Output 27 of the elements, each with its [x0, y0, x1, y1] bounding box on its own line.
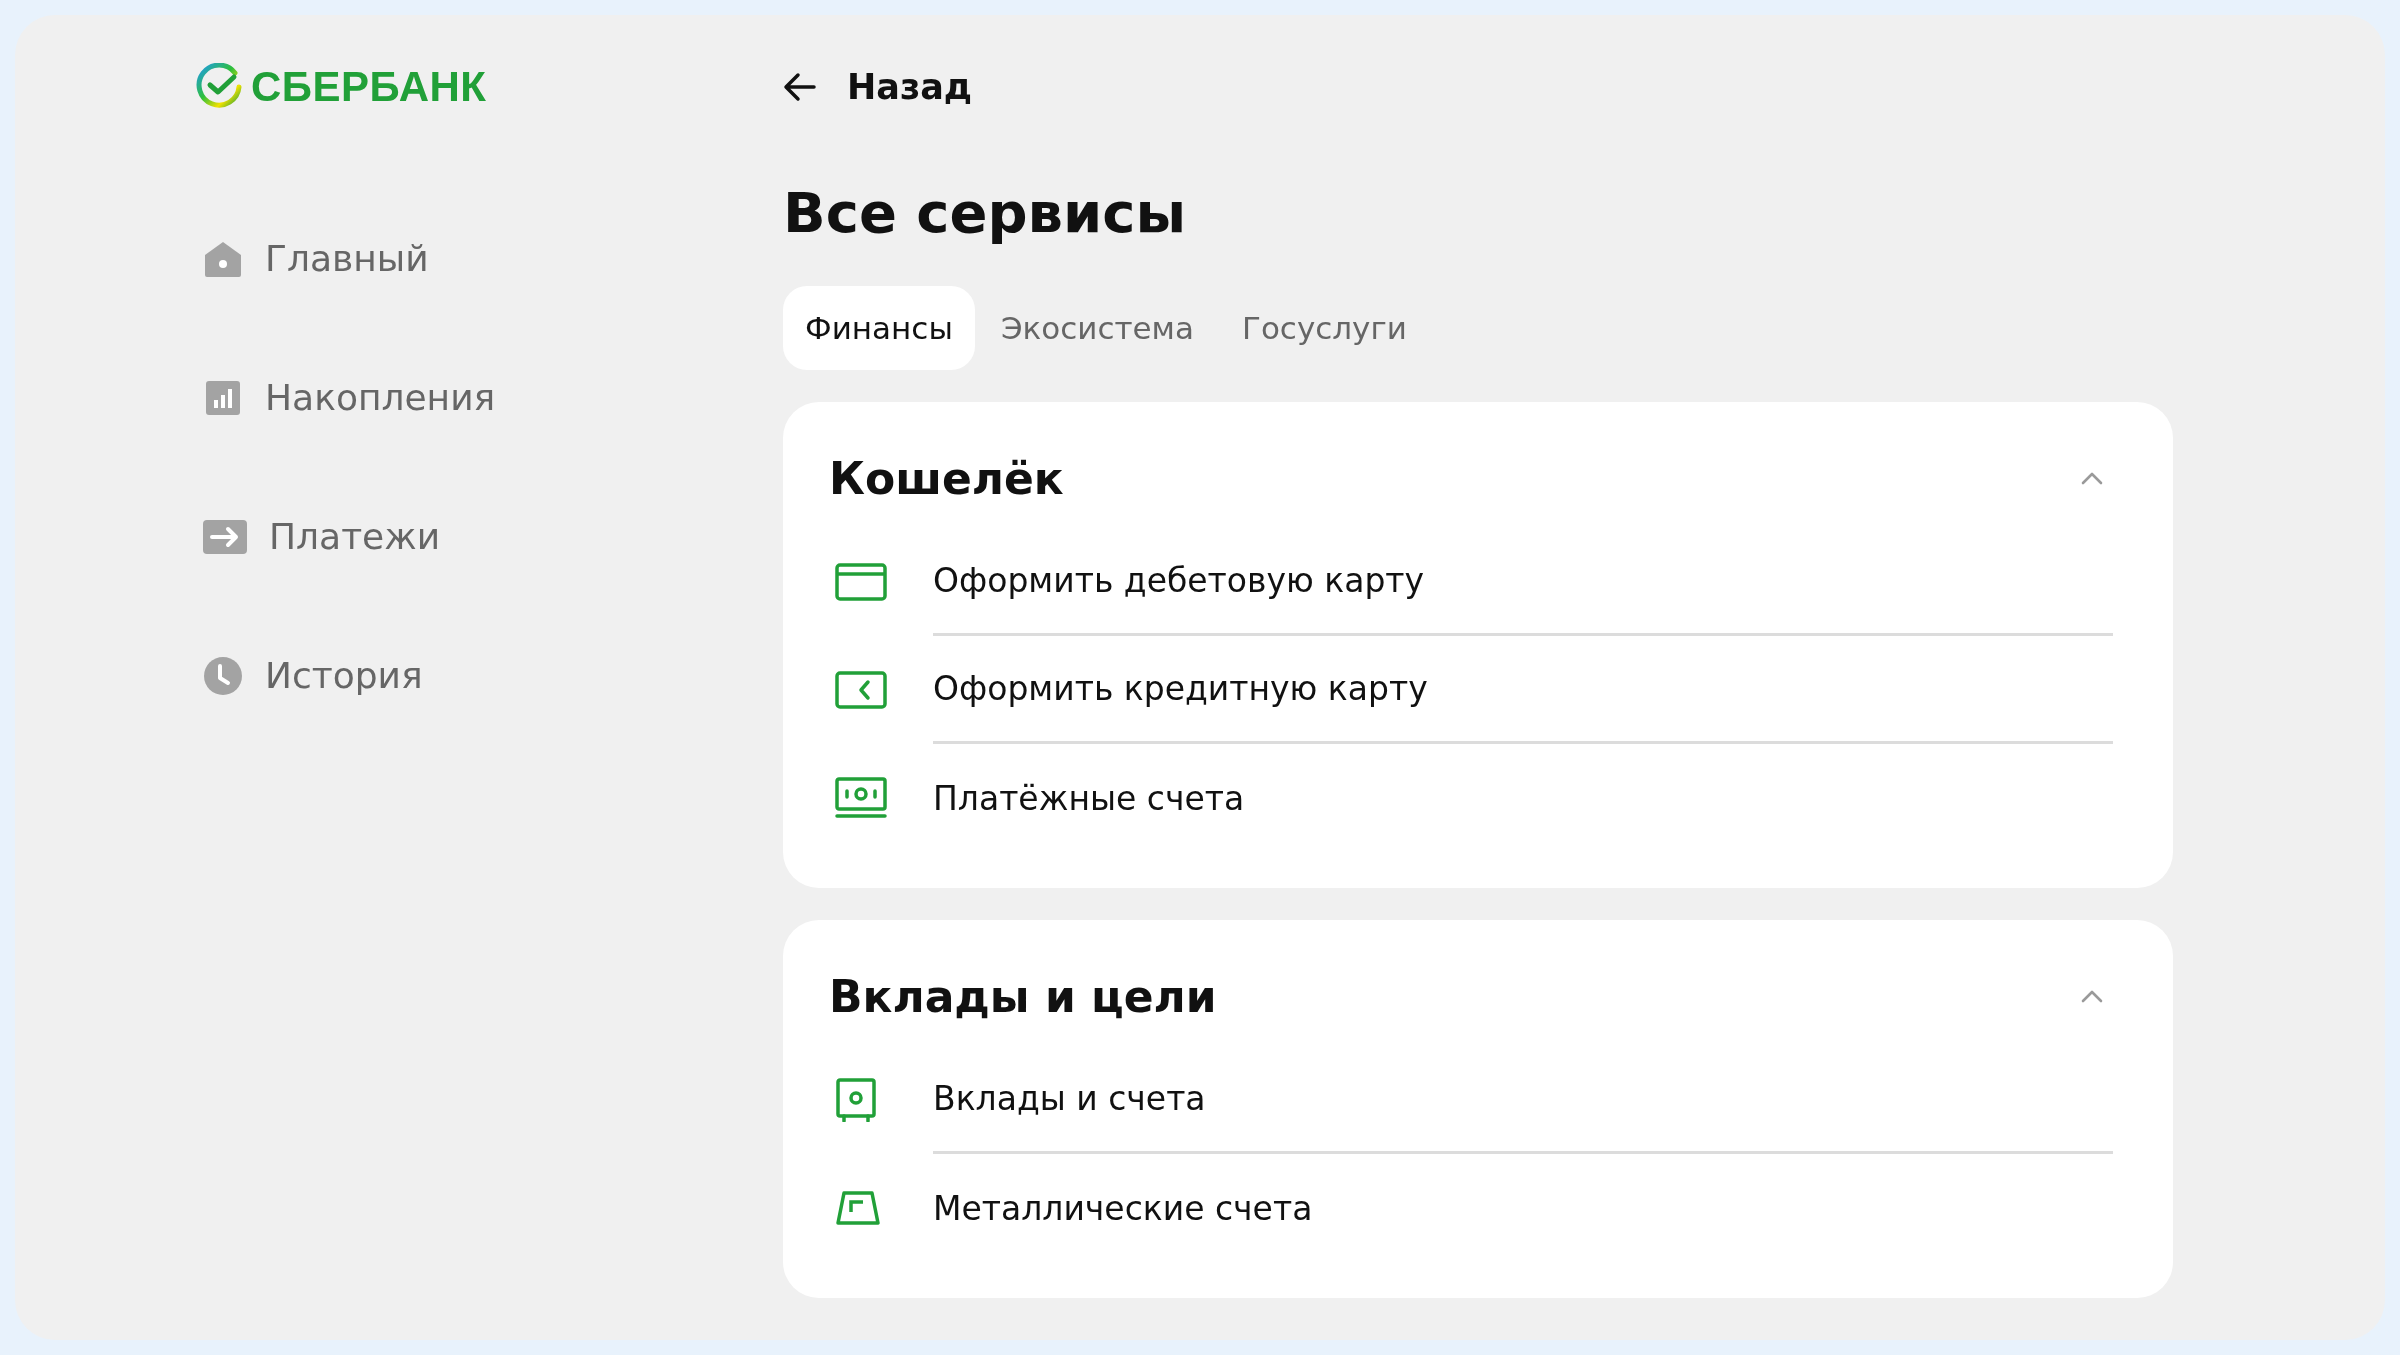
chevron-icon[interactable]	[2081, 989, 2103, 1004]
chevron-icon[interactable]	[2081, 471, 2103, 486]
tab[interactable]: Финансы	[783, 286, 975, 371]
logo-check-icon	[195, 63, 243, 111]
service-item[interactable]: Платёжные счета	[829, 744, 2113, 853]
banknote-icon	[835, 777, 887, 820]
clock-icon	[203, 655, 243, 696]
arrow-right-icon	[203, 519, 247, 554]
service-item[interactable]: Металлические счета	[829, 1154, 2113, 1263]
tab[interactable]: Госуслуги	[1220, 286, 1429, 371]
section-title: Кошелёк	[829, 452, 1064, 504]
ingot-icon	[835, 1190, 881, 1227]
card-icon	[835, 563, 887, 602]
service-item[interactable]: Оформить кредитную карту	[829, 636, 2113, 745]
tab[interactable]: Экосистема	[978, 286, 1216, 371]
sidebar-item[interactable]: История	[195, 606, 783, 745]
service-item[interactable]: Оформить дебетовую карту	[829, 528, 2113, 637]
sidebar-item[interactable]: Главный	[195, 189, 783, 328]
sidebar-item[interactable]: Платежи	[195, 467, 783, 606]
logo-text: СБЕРБАНК	[251, 63, 487, 111]
service-item[interactable]: Вклады и счета	[829, 1046, 2113, 1155]
back-arrow-icon	[783, 72, 817, 102]
section-title: Вклады и цели	[829, 970, 1217, 1022]
back-link[interactable]: Назад	[783, 51, 973, 123]
page-title: Все сервисы	[783, 179, 1188, 247]
sidebar-item[interactable]: Накопления	[195, 328, 783, 467]
safe-icon	[835, 1078, 877, 1123]
